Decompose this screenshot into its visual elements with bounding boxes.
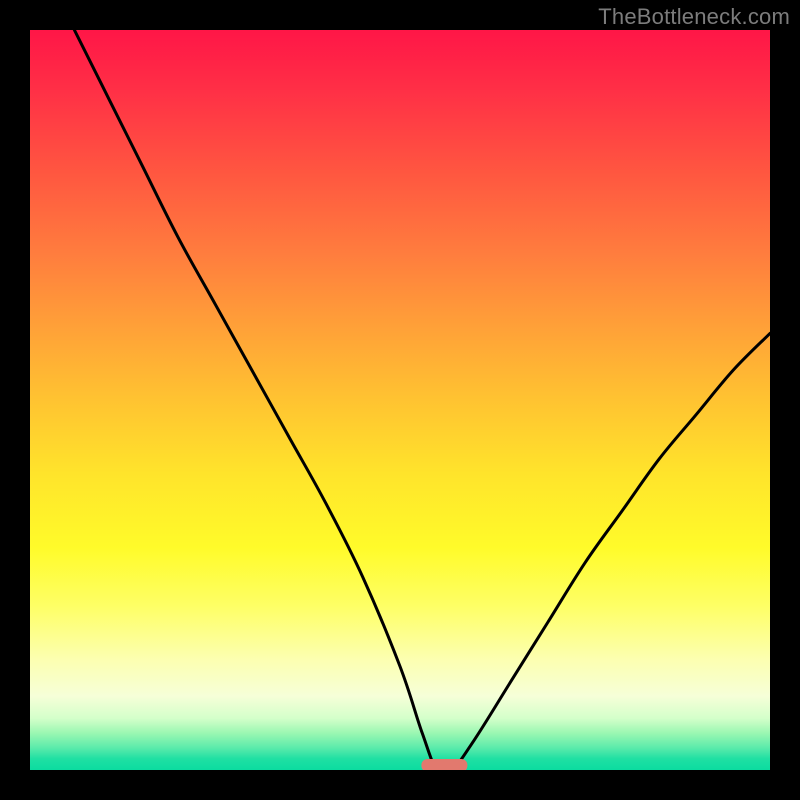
plot-area	[30, 30, 770, 770]
curve-layer	[30, 30, 770, 770]
chart-frame: TheBottleneck.com	[0, 0, 800, 800]
bottleneck-curve	[74, 30, 770, 770]
optimal-marker	[421, 759, 467, 770]
watermark-text: TheBottleneck.com	[598, 4, 790, 30]
